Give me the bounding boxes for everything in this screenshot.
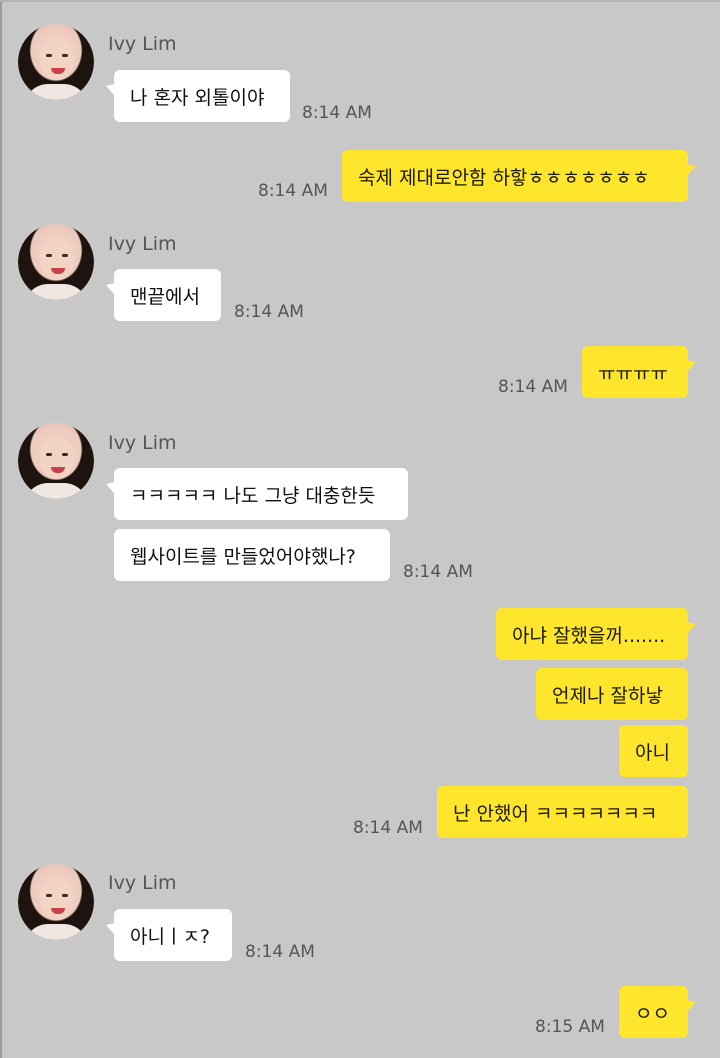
avatar-eye	[62, 254, 68, 257]
contact-avatar[interactable]	[18, 864, 94, 940]
message-timestamp: 8:14 AM	[245, 942, 315, 962]
message-bubble-outgoing[interactable]: ㅇㅇ	[619, 986, 688, 1038]
message-bubble-outgoing[interactable]: ㅠㅠㅠㅠ	[582, 346, 688, 398]
message-bubble-incoming[interactable]: 나 혼자 외톨이야	[114, 70, 290, 122]
message-timestamp: 8:14 AM	[258, 181, 328, 201]
message-timestamp: 8:14 AM	[234, 302, 304, 322]
sender-name: Ivy Lim	[108, 872, 177, 894]
contact-avatar[interactable]	[18, 224, 94, 300]
avatar-eye	[46, 54, 52, 57]
avatar-eye	[46, 254, 52, 257]
contact-avatar[interactable]	[18, 24, 94, 100]
message-bubble-incoming[interactable]: 웹사이트를 만들었어야했나?	[114, 529, 390, 581]
message-bubble-incoming[interactable]: 아니ㅣㅈ?	[114, 909, 232, 961]
avatar-eye	[46, 894, 52, 897]
message-bubble-incoming[interactable]: ㅋㅋㅋㅋㅋ 나도 그냥 대충한듯	[114, 468, 408, 520]
contact-avatar[interactable]	[18, 423, 94, 499]
message-timestamp: 8:15 AM	[535, 1017, 605, 1037]
message-timestamp: 8:14 AM	[353, 818, 423, 838]
window-top-border	[0, 0, 720, 2]
avatar-eye	[62, 453, 68, 456]
message-timestamp: 8:14 AM	[403, 562, 473, 582]
message-bubble-incoming[interactable]: 맨끝에서	[114, 269, 221, 321]
message-bubble-outgoing[interactable]: 아니	[619, 725, 688, 777]
sender-name: Ivy Lim	[108, 33, 177, 55]
window-left-border	[0, 0, 2, 1058]
sender-name: Ivy Lim	[108, 432, 177, 454]
message-bubble-outgoing[interactable]: 난 안했어 ㅋㅋㅋㅋㅋㅋㅋ	[437, 786, 688, 838]
message-timestamp: 8:14 AM	[302, 103, 372, 123]
avatar-eye	[62, 54, 68, 57]
message-bubble-outgoing[interactable]: 언제나 잘하낳	[536, 668, 688, 720]
message-bubble-outgoing[interactable]: 숙제 제대로안함 하핳ㅎㅎㅎㅎㅎㅎㅎ	[342, 150, 688, 202]
avatar-eye	[46, 453, 52, 456]
message-timestamp: 8:14 AM	[498, 377, 568, 397]
message-bubble-outgoing[interactable]: 아냐 잘했을꺼.......	[496, 608, 688, 660]
avatar-eye	[62, 894, 68, 897]
sender-name: Ivy Lim	[108, 233, 177, 255]
